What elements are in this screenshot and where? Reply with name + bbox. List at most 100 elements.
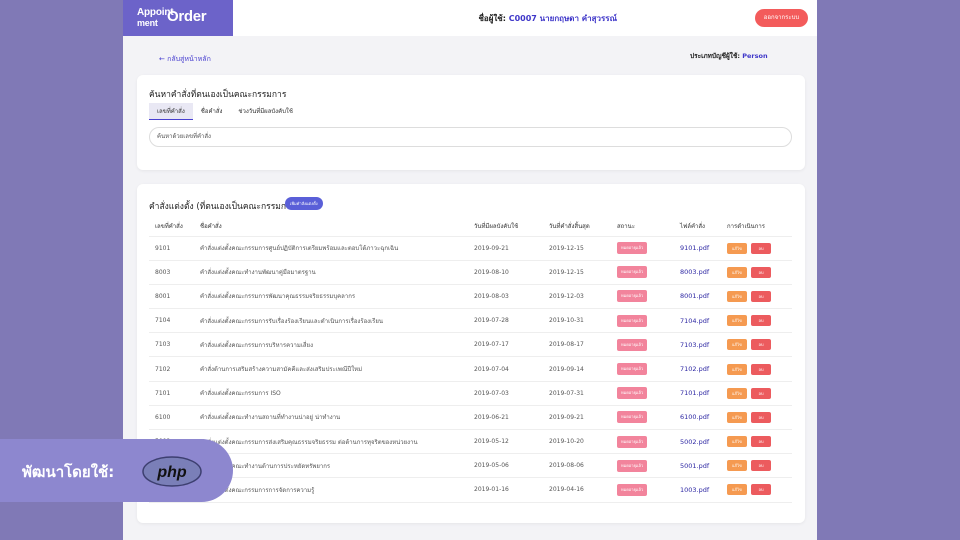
col-status: สถานะ <box>617 216 680 237</box>
file-link[interactable]: 8003.pdf <box>680 268 709 276</box>
effective-date: 2019-07-28 <box>474 308 549 334</box>
delete-button[interactable]: ลบ <box>751 387 771 399</box>
file-link[interactable]: 1003.pdf <box>680 486 709 494</box>
user-id: C0007 <box>508 14 537 23</box>
file-cell: 7103.pdf <box>680 332 727 358</box>
order-name: คำสั่งแต่งตั้งคณะทำงานพัฒนาคู่มือมาตรฐาน <box>200 260 474 285</box>
effective-date: 2019-05-12 <box>474 429 549 455</box>
tab-effective-range[interactable]: ช่วงวันที่มีผลบังคับใช้ <box>230 103 301 120</box>
search-input[interactable]: ค้นหาด้วยเลขที่คำสั่ง <box>149 127 792 147</box>
file-link[interactable]: 6100.pdf <box>680 413 709 421</box>
file-link[interactable]: 5001.pdf <box>680 462 709 470</box>
status-cell: หมดอายุแล้ว <box>617 284 680 310</box>
effective-date: 2019-08-03 <box>474 284 549 310</box>
delete-button[interactable]: ลบ <box>751 484 771 496</box>
file-link[interactable]: 7102.pdf <box>680 365 709 373</box>
edit-button[interactable]: แก้ไข <box>727 242 747 254</box>
effective-date: 2019-07-03 <box>474 381 549 406</box>
edit-button[interactable]: แก้ไข <box>727 436 747 448</box>
status-badge: หมดอายุแล้ว <box>617 411 648 424</box>
order-number: 7102 <box>149 356 200 382</box>
actions-cell: แก้ไข ลบ <box>727 236 792 261</box>
edit-button[interactable]: แก้ไข <box>727 266 747 278</box>
actions-cell: แก้ไข ลบ <box>727 453 792 479</box>
edit-button[interactable]: แก้ไข <box>727 387 747 399</box>
table-row: 8001 คำสั่งแต่งตั้งคณะกรรมการพัฒนาคุณธรรม… <box>149 284 792 310</box>
file-cell: 5002.pdf <box>680 429 727 455</box>
delete-button[interactable]: ลบ <box>751 460 771 472</box>
end-date: 2019-12-03 <box>549 284 617 310</box>
table-row: 6100 คำสั่งแต่งตั้งคณะทำงานสถานที่ทำงานน่… <box>149 405 792 431</box>
end-date: 2019-12-15 <box>549 236 617 261</box>
developed-with-text: พัฒนาโดยใช้: <box>22 463 115 481</box>
status-cell: หมดอายุแล้ว <box>617 429 680 455</box>
add-order-button[interactable]: เพิ่มคำสั่งแต่งตั้ง <box>285 197 323 210</box>
actions-cell: แก้ไข ลบ <box>727 381 792 406</box>
edit-button[interactable]: แก้ไข <box>727 363 747 375</box>
effective-date: 2019-08-10 <box>474 260 549 285</box>
col-file: ไฟล์คำสั่ง <box>680 216 727 237</box>
delete-button[interactable]: ลบ <box>751 266 771 278</box>
logout-button[interactable]: ออกจากระบบ <box>755 9 808 27</box>
file-cell: 8001.pdf <box>680 284 727 310</box>
back-to-home-link[interactable]: ← กลับสู่หน้าหลัก <box>159 54 211 65</box>
delete-button[interactable]: ลบ <box>751 436 771 448</box>
file-cell: 6100.pdf <box>680 405 727 431</box>
actions-cell: แก้ไข ลบ <box>727 332 792 358</box>
status-cell: หมดอายุแล้ว <box>617 356 680 382</box>
effective-date: 2019-07-17 <box>474 332 549 358</box>
file-cell: 8003.pdf <box>680 260 727 285</box>
order-name: คำสั่งแต่งตั้งคณะกรรมการส่งเสริมคุณธรรมจ… <box>200 429 474 455</box>
tab-order-number[interactable]: เลขที่คำสั่ง <box>149 103 193 120</box>
php-logo-icon: php <box>142 456 202 487</box>
delete-button[interactable]: ลบ <box>751 242 771 254</box>
status-cell: หมดอายุแล้ว <box>617 260 680 285</box>
table-row: 7104 คำสั่งแต่งตั้งคณะกรรมการรับเรื่องร้อ… <box>149 308 792 334</box>
orders-card: คำสั่งแต่งตั้ง (ที่ตนเองเป็นคณะกรรมการ) … <box>137 184 805 523</box>
table-row: 9101 คำสั่งแต่งตั้งคณะกรรมการศูนย์ปฏิบัติ… <box>149 236 792 261</box>
developed-with-banner: พัฒนาโดยใช้: php <box>0 439 233 502</box>
file-link[interactable]: 7103.pdf <box>680 341 709 349</box>
file-link[interactable]: 5002.pdf <box>680 438 709 446</box>
table-row: 8003 คำสั่งแต่งตั้งคณะทำงานพัฒนาคู่มือมาต… <box>149 260 792 285</box>
delete-button[interactable]: ลบ <box>751 315 771 327</box>
edit-button[interactable]: แก้ไข <box>727 290 747 302</box>
delete-button[interactable]: ลบ <box>751 290 771 302</box>
order-number: 7103 <box>149 332 200 358</box>
app-logo[interactable]: Appoint ment Order <box>123 0 233 36</box>
edit-button[interactable]: แก้ไข <box>727 411 747 423</box>
status-cell: หมดอายุแล้ว <box>617 477 680 503</box>
tab-order-name[interactable]: ชื่อคำสั่ง <box>193 103 231 120</box>
file-cell: 5001.pdf <box>680 453 727 479</box>
edit-button[interactable]: แก้ไข <box>727 460 747 472</box>
file-link[interactable]: 9101.pdf <box>680 244 709 252</box>
delete-button[interactable]: ลบ <box>751 363 771 375</box>
delete-button[interactable]: ลบ <box>751 339 771 351</box>
delete-button[interactable]: ลบ <box>751 411 771 423</box>
table-row: 7103 คำสั่งแต่งตั้งคณะกรรมการบริหารความเส… <box>149 332 792 358</box>
edit-button[interactable]: แก้ไข <box>727 339 747 351</box>
search-card: ค้นหาคำสั่งที่ตนเองเป็นคณะกรรมการ เลขที่… <box>137 75 805 170</box>
order-name: คำสั่งแต่งตั้งคณะกรรมการ ISO <box>200 381 474 406</box>
table-row: 7101 คำสั่งแต่งตั้งคณะกรรมการ ISO 2019-07-… <box>149 381 792 406</box>
order-name: คำสั่งแต่งตั้งคณะกรรมการรับเรื่องร้องเรี… <box>200 308 474 334</box>
table-row: 1003คำสั่งแต่งตั้งคณะกรรมการการจัดการควา… <box>149 477 792 503</box>
actions-cell: แก้ไข ลบ <box>727 477 792 503</box>
file-link[interactable]: 8001.pdf <box>680 292 709 300</box>
order-name: คำสั่งด้านการเสริมสร้างความสามัคคีและส่ง… <box>200 356 474 382</box>
end-date: 2019-10-20 <box>549 429 617 455</box>
col-effective-date: วันที่มีผลบังคับใช้ <box>474 216 549 237</box>
order-name: คำสั่งแต่งตั้งคณะกรรมการบริหารความเสี่ยง <box>200 332 474 358</box>
actions-cell: แก้ไข ลบ <box>727 308 792 334</box>
file-cell: 7104.pdf <box>680 308 727 334</box>
order-number: 8003 <box>149 260 200 285</box>
edit-button[interactable]: แก้ไข <box>727 315 747 327</box>
edit-button[interactable]: แก้ไข <box>727 484 747 496</box>
file-link[interactable]: 7101.pdf <box>680 389 709 397</box>
end-date: 2019-07-31 <box>549 381 617 406</box>
file-link[interactable]: 7104.pdf <box>680 317 709 325</box>
order-name: คำสั่งแต่งตั้งคณะกรรมการพัฒนาคุณธรรมจริย… <box>200 284 474 310</box>
effective-date: 2019-05-06 <box>474 453 549 479</box>
effective-date: 2019-01-16 <box>474 477 549 503</box>
status-cell: หมดอายุแล้ว <box>617 236 680 261</box>
